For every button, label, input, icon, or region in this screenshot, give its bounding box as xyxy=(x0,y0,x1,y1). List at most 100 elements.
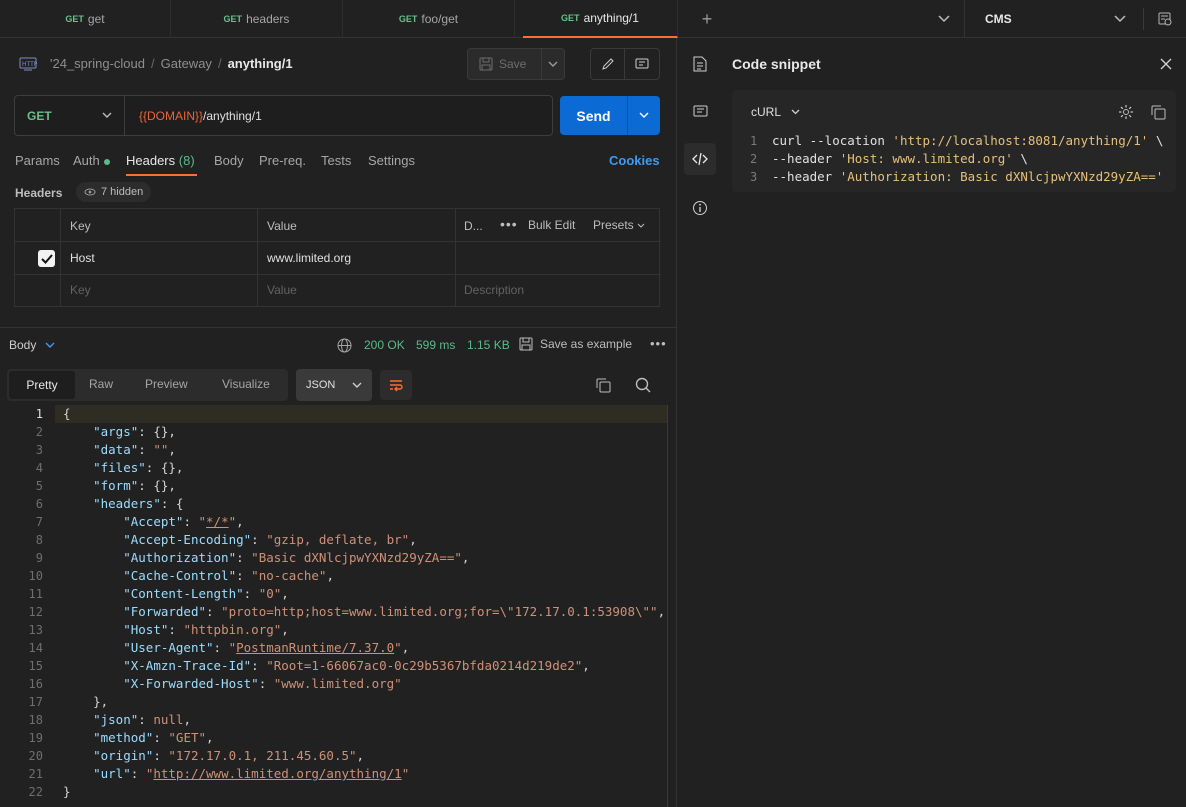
line-number: 4 xyxy=(35,461,43,475)
tabs-dropdown-chevron-icon[interactable] xyxy=(934,10,954,28)
response-section-selector[interactable]: Body xyxy=(9,338,55,352)
line-number: 22 xyxy=(28,785,43,799)
response-code-line: "method": "GET", xyxy=(93,730,214,745)
tab-method: GET xyxy=(65,14,84,24)
tab-settings[interactable]: Settings xyxy=(368,153,415,168)
header-value[interactable]: www.limited.org xyxy=(267,251,351,265)
view-tab-pretty[interactable]: Pretty xyxy=(9,371,75,399)
column-description: D... xyxy=(464,219,483,233)
send-button[interactable]: Send xyxy=(560,96,627,135)
request-tab-bar: GET get GET headers GET foo/get GET anyt… xyxy=(0,0,1186,38)
tab-method: GET xyxy=(223,14,243,24)
tab-label: anything/1 xyxy=(583,11,639,25)
header-enabled-checkbox[interactable] xyxy=(38,250,55,267)
environment-selector[interactable]: CMS xyxy=(985,12,1012,26)
breadcrumb-collection[interactable]: '24_spring-cloud xyxy=(50,56,145,71)
environment-quick-look-icon[interactable] xyxy=(1156,10,1174,28)
search-response-icon[interactable] xyxy=(634,376,652,394)
snippet-language-select[interactable]: cURL xyxy=(751,105,800,119)
tab-headers-request[interactable]: Headers (8) xyxy=(126,153,195,168)
breadcrumb-request[interactable]: anything/1 xyxy=(228,56,293,71)
line-number: 16 xyxy=(28,677,43,691)
header-key[interactable]: Host xyxy=(70,251,95,265)
hidden-headers-toggle[interactable]: 7 hidden xyxy=(76,182,152,202)
response-code-line: "url": "http://www.limited.org/anything/… xyxy=(93,766,410,781)
format-select[interactable]: JSON xyxy=(296,369,372,401)
new-tab-plus-icon[interactable]: + xyxy=(697,9,717,29)
response-code-line: }, xyxy=(93,694,109,709)
url-input[interactable]: {{DOMAIN}}/anything/1 xyxy=(125,109,262,123)
tab-body[interactable]: Body xyxy=(214,153,244,168)
method-select[interactable]: GET xyxy=(15,96,125,135)
save-example-label: Save as example xyxy=(540,337,633,351)
save-as-example-button[interactable]: Save as example xyxy=(519,337,632,351)
wrap-lines-icon[interactable] xyxy=(380,370,412,400)
response-size[interactable]: 1.15 KB xyxy=(467,338,510,352)
response-code-line: "files": {}, xyxy=(93,460,184,475)
send-options-chevron-icon[interactable] xyxy=(628,96,660,135)
comment-icon[interactable] xyxy=(625,49,659,79)
tab-auth[interactable]: Auth xyxy=(73,153,110,168)
save-button[interactable]: Save xyxy=(468,49,542,79)
response-code-line: "json": null, xyxy=(93,712,191,727)
save-button-group: Save xyxy=(467,48,565,80)
line-number: 11 xyxy=(28,587,43,601)
current-line-highlight xyxy=(55,405,668,423)
response-more-icon[interactable]: ••• xyxy=(650,336,667,351)
line-number: 12 xyxy=(28,605,43,619)
response-code-line: "data": "", xyxy=(93,442,176,457)
format-label: JSON xyxy=(306,379,336,391)
code-snippet-title: Code snippet xyxy=(732,56,821,72)
headers-table: Key Value D... ••• Bulk Edit Presets Hos… xyxy=(14,208,661,307)
copy-response-icon[interactable] xyxy=(594,376,612,394)
response-code-line: "origin": "172.17.0.1, 211.45.60.5", xyxy=(93,748,365,763)
info-icon[interactable] xyxy=(690,198,710,218)
view-tab-raw[interactable]: Raw xyxy=(89,377,113,391)
response-code-line: "Host": "httpbin.org", xyxy=(123,622,289,637)
settings-gear-icon[interactable] xyxy=(1117,103,1135,121)
tab-anything-1[interactable]: GET anything/1 xyxy=(523,0,678,38)
response-code-line: "Accept-Encoding": "gzip, deflate, br", xyxy=(123,532,417,547)
tab-params[interactable]: Params xyxy=(15,153,60,168)
more-options-icon[interactable]: ••• xyxy=(500,216,518,232)
line-number: 6 xyxy=(35,497,43,511)
presets-dropdown[interactable]: Presets xyxy=(593,218,645,232)
response-time[interactable]: 599 ms xyxy=(416,338,455,352)
comments-icon[interactable] xyxy=(690,102,710,122)
code-snippet-icon[interactable] xyxy=(684,143,716,175)
save-example-icon xyxy=(519,337,533,351)
tab-tests[interactable]: Tests xyxy=(321,153,351,168)
globe-icon[interactable] xyxy=(336,337,352,353)
environment-chevron-icon[interactable] xyxy=(1112,10,1128,28)
column-value: Value xyxy=(267,219,297,233)
close-icon[interactable] xyxy=(1157,55,1174,72)
line-number: 7 xyxy=(35,515,43,529)
tab-prereq[interactable]: Pre-req. xyxy=(259,153,306,168)
documentation-icon[interactable] xyxy=(690,54,710,74)
tab-headers[interactable]: GET headers xyxy=(171,0,343,38)
line-number: 2 xyxy=(35,425,43,439)
new-key-input[interactable]: Key xyxy=(70,283,91,297)
copy-snippet-icon[interactable] xyxy=(1149,103,1167,121)
checkmark-icon xyxy=(40,253,53,264)
response-code-line: "headers": { xyxy=(93,496,184,511)
presets-chevron-icon xyxy=(637,223,645,228)
snippet-code-line: --header 'Authorization: Basic dXNlcjpwY… xyxy=(772,169,1164,184)
view-tab-preview[interactable]: Preview xyxy=(145,377,188,391)
response-code-line: "Authorization": "Basic dXNlcjpwYXNzd29y… xyxy=(123,550,470,565)
eye-icon xyxy=(84,188,96,196)
svg-text:HTTP: HTTP xyxy=(22,61,37,68)
pencil-icon[interactable] xyxy=(591,49,625,79)
view-tab-visualize[interactable]: Visualize xyxy=(222,377,270,391)
tab-get[interactable]: GET get xyxy=(0,0,171,38)
method-label: GET xyxy=(27,108,52,123)
response-body-editor[interactable]: 1 {2 "args": {}, 3 "data": "", 4 "files": {… xyxy=(0,405,668,807)
cookies-link[interactable]: Cookies xyxy=(609,153,660,168)
new-value-input[interactable]: Value xyxy=(267,283,297,297)
new-description-input[interactable]: Description xyxy=(464,283,524,297)
breadcrumb-folder[interactable]: Gateway xyxy=(161,56,212,71)
save-options-chevron-icon[interactable] xyxy=(542,61,564,68)
tab-foo-get[interactable]: GET foo/get xyxy=(343,0,515,38)
status-code[interactable]: 200 OK xyxy=(364,338,405,352)
bulk-edit-button[interactable]: Bulk Edit xyxy=(528,218,575,232)
